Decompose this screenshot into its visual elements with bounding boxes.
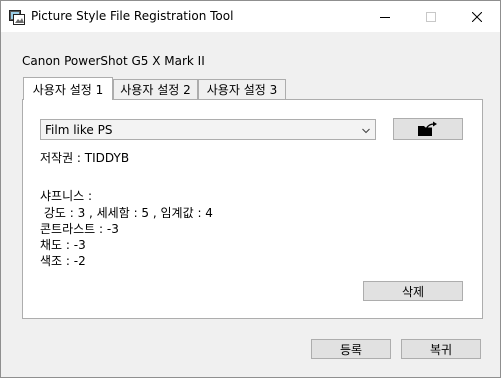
app-icon — [9, 9, 25, 25]
register-button[interactable]: 등록 — [311, 339, 391, 359]
delete-button[interactable]: 삭제 — [363, 281, 463, 301]
maximize-icon — [426, 11, 436, 22]
cancel-button[interactable]: 복귀 — [401, 339, 481, 359]
picture-style-select[interactable]: Film like PS — [40, 119, 376, 140]
saturation-text: 채도 : -3 — [40, 238, 86, 252]
copyright-text: 저작권 : TIDDYB — [40, 151, 130, 165]
minimize-icon — [380, 16, 390, 18]
contrast-text: 콘트라스트 : -3 — [40, 222, 119, 236]
title-bar[interactable]: Picture Style File Registration Tool — [1, 1, 500, 32]
close-icon — [472, 11, 482, 22]
window-title: Picture Style File Registration Tool — [31, 9, 234, 23]
camera-model-label: Canon PowerShot G5 X Mark II — [22, 54, 205, 68]
sharpness-heading: 샤프니스 : — [40, 189, 93, 203]
tab-user-setting-2[interactable]: 사용자 설정 2 — [113, 79, 198, 99]
chevron-down-icon — [361, 125, 371, 135]
export-style-button[interactable] — [393, 118, 463, 140]
app-window: Picture Style File Registration Tool Can… — [0, 0, 501, 378]
color-tone-text: 색조 : -2 — [40, 254, 86, 268]
tab-panel: Film like PS 저작권 : TIDDYB 샤프니스 : 강도 : 3 … — [22, 99, 483, 319]
close-button[interactable] — [454, 1, 500, 32]
tab-user-setting-3[interactable]: 사용자 설정 3 — [198, 79, 286, 99]
tab-user-setting-1[interactable]: 사용자 설정 1 — [23, 77, 113, 100]
minimize-button[interactable] — [362, 1, 408, 32]
sharpness-values: 강도 : 3 , 세세함 : 5 , 임계값 : 4 — [40, 206, 213, 220]
folder-export-icon — [418, 121, 437, 136]
picture-style-select-value: Film like PS — [45, 122, 113, 137]
maximize-button[interactable] — [408, 1, 454, 32]
